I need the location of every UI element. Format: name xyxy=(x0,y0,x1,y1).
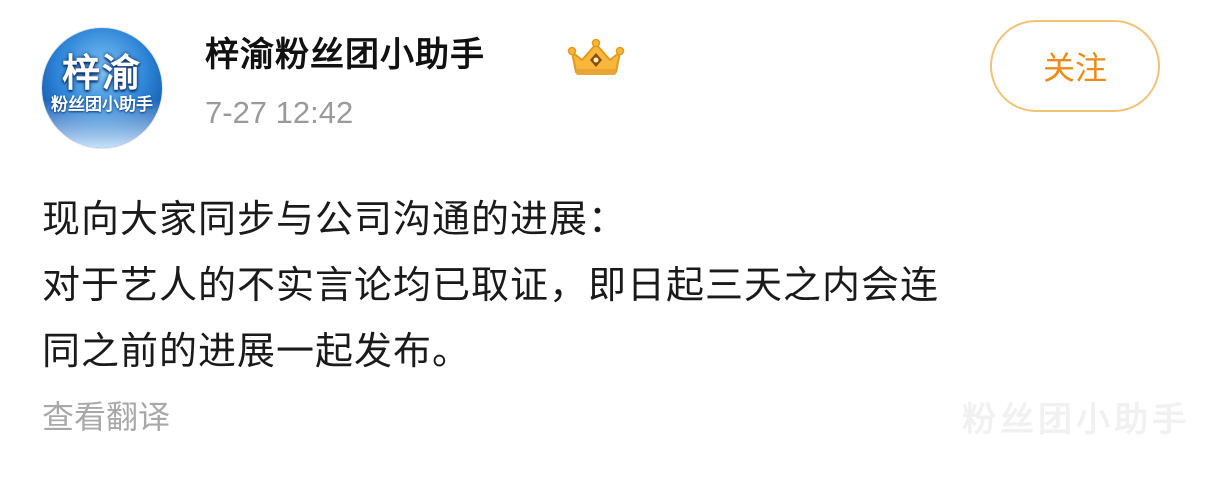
follow-button-label: 关注 xyxy=(1042,49,1107,87)
author-avatar[interactable]: 梓渝 粉丝团小助手 xyxy=(42,28,162,148)
avatar-subtitle-text: 粉丝团小助手 xyxy=(51,95,153,115)
post-timestamp: 7-27 12:42 xyxy=(205,95,354,130)
post-text-line: 对于艺人的不实言论均已取证，即日起三天之内会连 xyxy=(42,263,940,307)
avatar-title-text: 梓渝 xyxy=(61,51,142,95)
post-text-line: 同之前的进展一起发布。 xyxy=(42,329,472,373)
post-text-line: 现向大家同步与公司沟通的进展： xyxy=(42,197,628,241)
follow-button[interactable]: 关注 xyxy=(990,20,1160,112)
crown-icon xyxy=(567,38,625,75)
view-translation-link[interactable]: 查看翻译 xyxy=(42,395,170,439)
author-name[interactable]: 梓渝粉丝团小助手 xyxy=(205,33,485,77)
post-body: 现向大家同步与公司沟通的进展： 对于艺人的不实言论均已取证，即日起三天之内会连 … xyxy=(42,186,1162,384)
watermark: 粉丝团小助手 xyxy=(962,400,1190,440)
